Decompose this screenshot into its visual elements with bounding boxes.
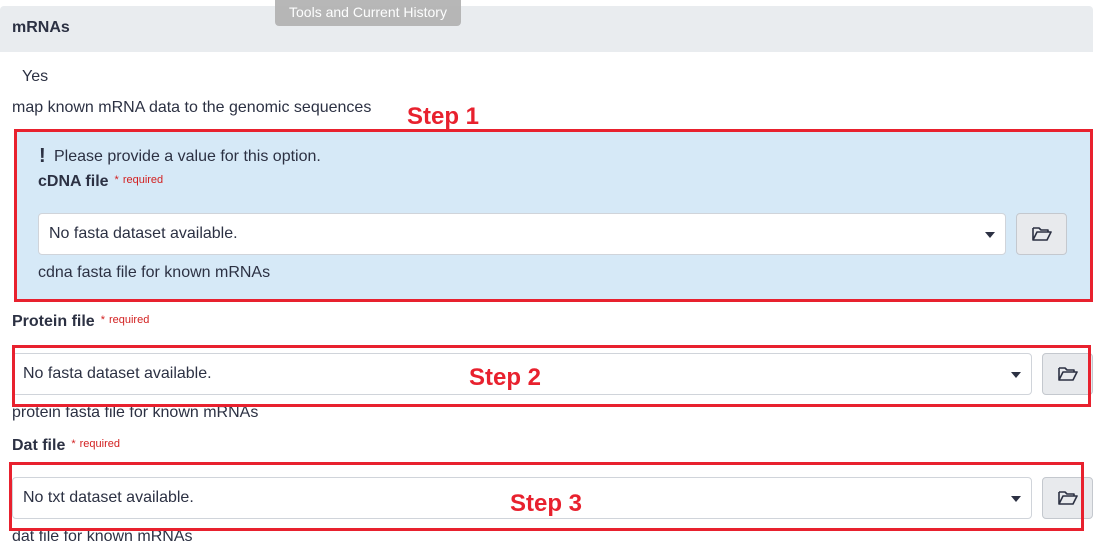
dat-required-text: required xyxy=(79,438,120,450)
option-value: Yes xyxy=(22,68,49,85)
section-title: mRNAs xyxy=(12,19,70,36)
tooltip: Tools and Current History xyxy=(275,0,461,26)
step3-annotation-label: Step 3 xyxy=(510,490,583,517)
step2-annotation-label: Step 2 xyxy=(469,364,542,391)
protein-required-text: required xyxy=(108,314,150,326)
dat-required-mark: * xyxy=(71,438,76,450)
protein-required-mark: * xyxy=(100,314,105,326)
dat-label-text: Dat file xyxy=(12,437,66,454)
protein-label: Protein file * required xyxy=(12,313,149,331)
step2-annotation-box xyxy=(12,345,1091,407)
protein-label-text: Protein file xyxy=(12,313,95,330)
step1-annotation-label: Step 1 xyxy=(407,103,480,130)
section-header[interactable] xyxy=(0,6,1093,52)
step1-annotation-box xyxy=(14,129,1093,302)
dat-label: Dat file * required xyxy=(12,437,120,455)
option-description: map known mRNA data to the genomic seque… xyxy=(12,99,372,116)
